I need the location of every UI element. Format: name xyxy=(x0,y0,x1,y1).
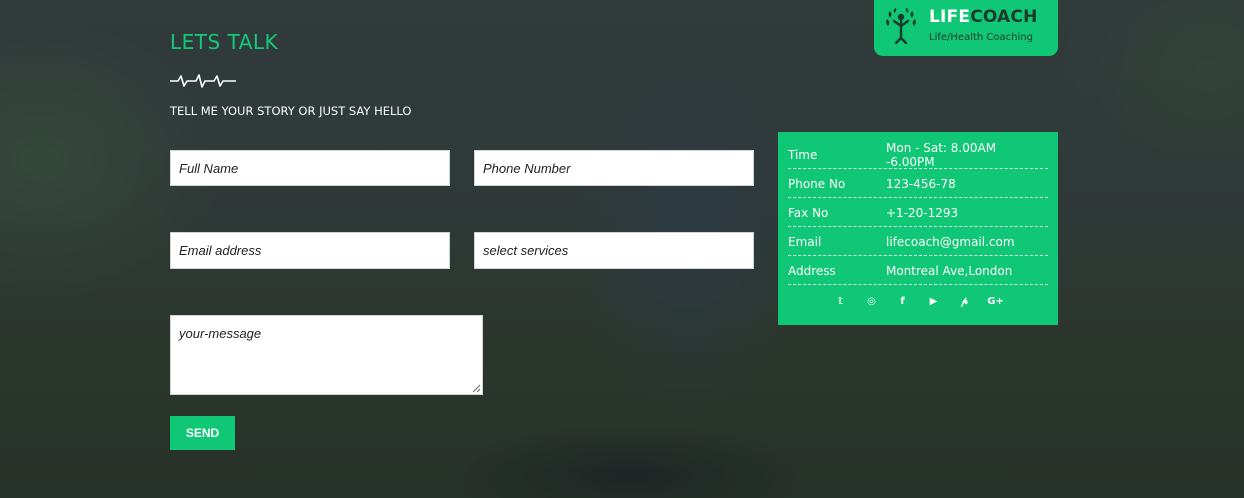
tree-person-icon xyxy=(886,8,916,44)
info-label: Email xyxy=(788,234,822,249)
info-label: Phone No xyxy=(788,176,846,191)
section-title: LETS TALK xyxy=(170,30,279,54)
full-name-input[interactable] xyxy=(170,150,450,186)
brand-name: LIFECOACH xyxy=(929,7,1038,27)
brand-name-part2: COACH xyxy=(970,7,1038,27)
section-subtitle: TELL ME YOUR STORY OR JUST SAY HELLO xyxy=(170,104,412,118)
info-row-email: Email lifecoach@gmail.com xyxy=(788,227,1048,256)
info-label: Address xyxy=(788,263,836,278)
info-value[interactable]: lifecoach@gmail.com xyxy=(886,235,1048,249)
message-textarea[interactable] xyxy=(170,315,483,395)
resize-grip-icon[interactable] xyxy=(471,383,481,393)
info-label: Time xyxy=(788,147,818,162)
info-row-time: Time Mon - Sat: 8.00AM -6.00PM xyxy=(788,140,1048,169)
facebook-icon[interactable]: f xyxy=(895,293,911,309)
info-value: Mon - Sat: 8.00AM -6.00PM xyxy=(886,140,997,169)
instagram-icon[interactable]: ◎ xyxy=(864,293,880,309)
email-input[interactable] xyxy=(170,232,450,269)
info-value: +1-20-1293 xyxy=(886,205,959,220)
brand-logo[interactable]: LIFECOACH Life/Health Coaching xyxy=(874,0,1058,56)
services-select[interactable]: select services xyxy=(474,232,754,269)
social-links: 𝕥 ◎ f ▶ 𝓅 G+ xyxy=(788,293,1048,309)
info-value: 123-456-78 xyxy=(886,176,956,191)
brand-name-part1: LIFE xyxy=(929,7,971,27)
youtube-icon[interactable]: ▶ xyxy=(926,293,942,309)
send-button[interactable]: SEND xyxy=(170,416,235,450)
twitter-icon[interactable]: 𝕥 xyxy=(833,293,849,309)
brand-tagline: Life/Health Coaching xyxy=(929,32,1033,43)
info-row-address: Address Montreal Ave,London xyxy=(788,256,1048,285)
contact-info-card: Time Mon - Sat: 8.00AM -6.00PM Phone No … xyxy=(778,132,1058,325)
info-row-fax: Fax No +1-20-1293 xyxy=(788,198,1048,227)
info-label: Fax No xyxy=(788,205,829,220)
info-row-phone: Phone No 123-456-78 xyxy=(788,169,1048,198)
services-select-value: select services xyxy=(483,243,569,258)
info-value: Montreal Ave,London xyxy=(886,263,1013,278)
pinterest-icon[interactable]: 𝓅 xyxy=(957,293,973,309)
phone-number-input[interactable] xyxy=(474,150,754,186)
google-plus-icon[interactable]: G+ xyxy=(987,293,1004,309)
heartbeat-icon xyxy=(170,74,236,88)
